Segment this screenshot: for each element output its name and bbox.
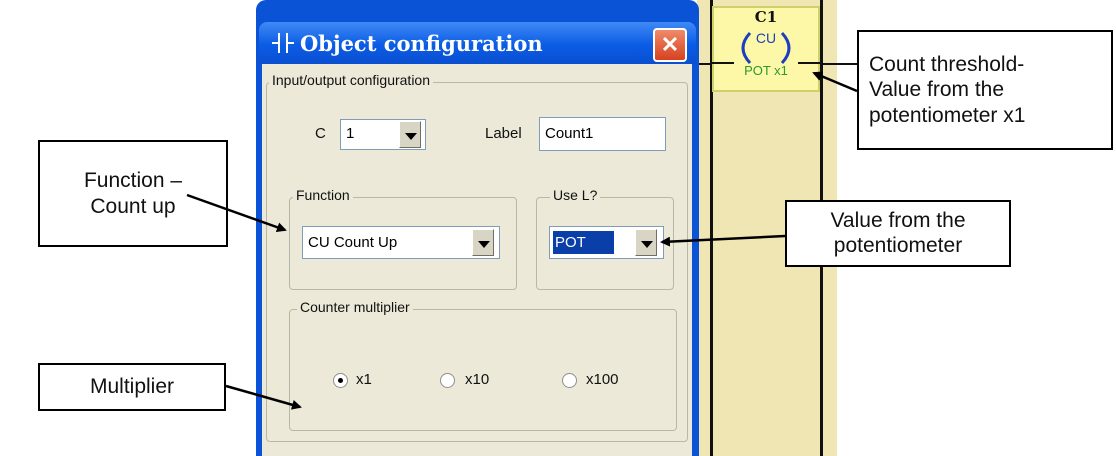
callout-pot-value: Value from the potentiometer (785, 200, 1011, 267)
contact-icon (272, 33, 294, 53)
use-l-legend: Use L? (550, 187, 601, 203)
function-select[interactable]: CU Count Up (302, 226, 500, 259)
coil-tag: POT x1 (744, 63, 788, 78)
dialog-title: Object configuration (300, 31, 543, 56)
ladder-wire-right (820, 63, 857, 65)
function-value: CU Count Up (308, 234, 398, 251)
close-button[interactable]: ✕ (653, 28, 687, 62)
counter-multiplier-group (289, 309, 677, 431)
callout-threshold-line3: potentiometer x1 (869, 103, 1026, 127)
multiplier-radio-x10[interactable] (440, 373, 455, 388)
ladder-wire-left (697, 63, 712, 65)
c-number-value: 1 (346, 125, 355, 142)
callout-function-line2: Count up (90, 194, 176, 218)
label-caption: Label (485, 125, 522, 142)
callout-function: Function – Count up (38, 140, 228, 247)
coil-symbol-text: CU (755, 30, 777, 46)
counter-multiplier-legend: Counter multiplier (297, 299, 413, 315)
multiplier-radio-x1[interactable] (333, 373, 348, 388)
coil-title: C1 (754, 8, 778, 26)
callout-pot-value-line1: Value from the (830, 209, 966, 233)
callout-function-line1: Function – (83, 169, 183, 193)
c-number-dropdown-button[interactable] (399, 121, 421, 148)
callout-multiplier-text: Multiplier (89, 375, 175, 399)
multiplier-label-x100: x100 (586, 371, 619, 388)
multiplier-radio-x100[interactable] (562, 373, 577, 388)
callout-threshold: Count threshold- Value from the potentio… (857, 30, 1113, 150)
callout-pot-value-line2: potentiometer (833, 233, 963, 257)
label-input[interactable]: Count1 (539, 117, 666, 151)
use-l-value: POT (553, 231, 614, 254)
close-icon: ✕ (660, 32, 680, 57)
io-config-legend: Input/output configuration (269, 72, 434, 88)
use-l-dropdown-button[interactable] (635, 229, 657, 256)
multiplier-label-x1: x1 (356, 371, 372, 388)
c-label: C (315, 125, 326, 142)
multiplier-label-x10: x10 (465, 371, 490, 388)
callout-multiplier: Multiplier (38, 363, 226, 411)
function-legend: Function (293, 187, 353, 203)
callout-threshold-line1: Count threshold- (869, 53, 1025, 77)
function-dropdown-button[interactable] (472, 229, 494, 256)
callout-threshold-line2: Value from the (869, 78, 1005, 102)
